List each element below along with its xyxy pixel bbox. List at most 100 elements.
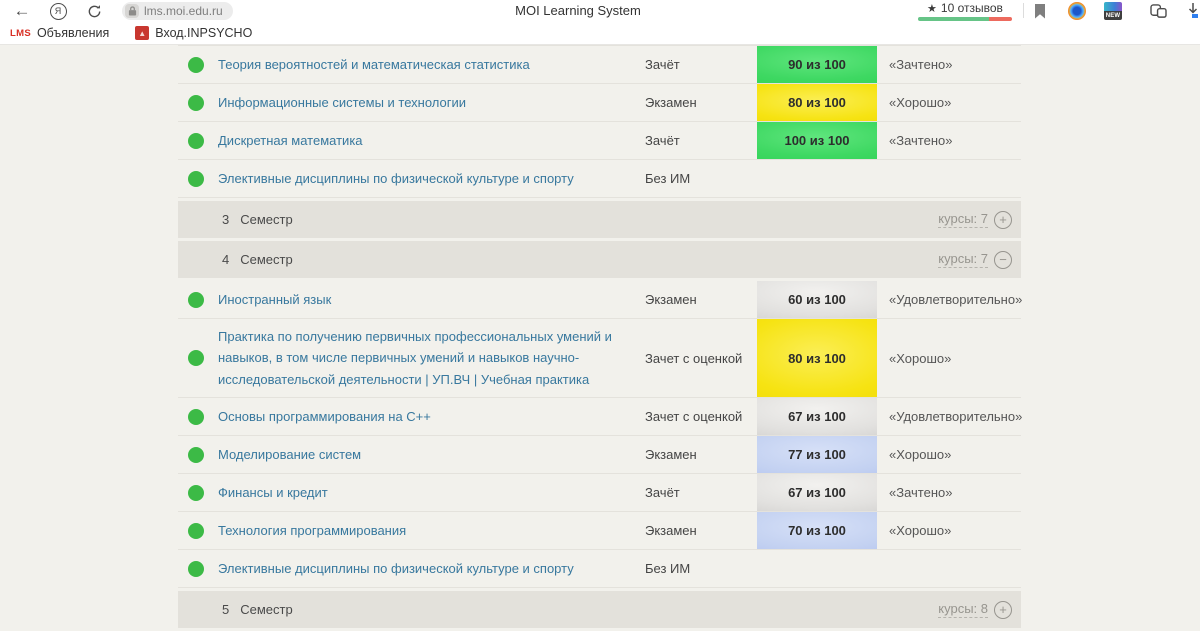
url-text[interactable]: lms.moi.edu.ru (144, 4, 223, 18)
table-row: Дискретная математикаЗачёт100 из 100«Зач… (178, 122, 1021, 160)
status-dot-icon (188, 350, 204, 366)
control-type-label: Экзамен (645, 512, 757, 549)
star-icon: ★ (927, 2, 937, 15)
score-cell: 100 из 100 (757, 122, 877, 159)
semester-row[interactable]: 4 Семестр курсы: 7− (178, 241, 1021, 278)
table-row: Иностранный языкЭкзамен60 из 100«Удовлет… (178, 281, 1021, 319)
score-cell: 67 из 100 (757, 398, 877, 435)
lms-favicon: LMS (10, 28, 31, 39)
semester-number: 3 (222, 212, 229, 227)
refresh-icon[interactable] (84, 1, 104, 21)
expand-plus-icon[interactable]: + (994, 601, 1012, 619)
grade-label (877, 550, 1021, 587)
course-link[interactable]: Практика по получению первичных професси… (218, 319, 645, 397)
course-link[interactable]: Дискретная математика (218, 122, 645, 159)
download-icon[interactable] (1183, 1, 1200, 21)
score-cell: 67 из 100 (757, 474, 877, 511)
status-dot-icon (188, 447, 204, 463)
table-row: Практика по получению первичных професси… (178, 319, 1021, 398)
status-cell (178, 160, 218, 197)
course-link[interactable]: Информационные системы и технологии (218, 84, 645, 121)
grade-label: «Зачтено» (877, 474, 1021, 511)
score-badge: 67 из 100 (757, 474, 877, 511)
yandex-search-icon[interactable]: Я (48, 1, 68, 21)
score-badge: 60 из 100 (757, 281, 877, 318)
yandex-letter: Я (50, 3, 67, 20)
grade-label: «Хорошо» (877, 436, 1021, 473)
bookmark-label: Вход.INPSYCHO (155, 26, 252, 40)
bookmark-item-announcements[interactable]: LMS Объявления (10, 26, 109, 40)
table-row: Основы программирования на C++Зачет с оц… (178, 398, 1021, 436)
bookmarks-bar: LMS Объявления ▲ Вход.INPSYCHO (0, 22, 1200, 45)
course-link[interactable]: Основы программирования на C++ (218, 398, 645, 435)
score-cell: 80 из 100 (757, 319, 877, 397)
reviews-widget[interactable]: ★ 10 отзывов (918, 1, 1012, 21)
lock-icon[interactable] (125, 4, 139, 18)
score-badge: 77 из 100 (757, 436, 877, 473)
bookmark-flag-icon[interactable] (1030, 1, 1050, 21)
bookmark-item-login[interactable]: ▲ Вход.INPSYCHO (135, 26, 252, 40)
table-row: Элективные дисциплины по физической куль… (178, 160, 1021, 198)
score-badge: 80 из 100 (757, 84, 877, 121)
course-link[interactable]: Технология программирования (218, 512, 645, 549)
control-type-label: Зачет с оценкой (645, 319, 757, 397)
score-cell: 80 из 100 (757, 84, 877, 121)
status-cell (178, 84, 218, 121)
semester-label: Семестр (240, 602, 292, 617)
expand-plus-icon[interactable]: + (994, 211, 1012, 229)
status-cell (178, 319, 218, 397)
course-link[interactable]: Иностранный язык (218, 281, 645, 318)
address-bar[interactable]: lms.moi.edu.ru (122, 2, 233, 20)
toolbar-separator (1023, 3, 1024, 18)
extension-icon[interactable] (1068, 2, 1086, 20)
grade-label: «Зачтено» (877, 46, 1021, 83)
tab-groups-icon[interactable] (1148, 1, 1168, 21)
score-cell: 77 из 100 (757, 436, 877, 473)
status-dot-icon (188, 523, 204, 539)
control-type-label: Экзамен (645, 436, 757, 473)
rating-bar (918, 17, 1012, 21)
control-type-label: Зачёт (645, 474, 757, 511)
course-link[interactable]: Финансы и кредит (218, 474, 645, 511)
university-favicon: ▲ (135, 26, 149, 40)
semester-number: 5 (222, 602, 229, 617)
score-cell: 90 из 100 (757, 46, 877, 83)
browser-chrome: ← Я lms.moi.edu.ru MOI Learning System ★… (0, 0, 1200, 45)
semester-row[interactable]: 5 Семестр курсы: 8 + (178, 591, 1021, 628)
control-type-label: Зачёт (645, 46, 757, 83)
status-dot-icon (188, 133, 204, 149)
course-link[interactable]: Теория вероятностей и математическая ста… (218, 46, 645, 83)
new-extension-art (1104, 2, 1122, 11)
semester-controls: курсы: 7− (938, 251, 1012, 269)
score-badge: 90 из 100 (757, 46, 877, 83)
courses-count-link[interactable]: курсы: 8 (938, 601, 988, 618)
semester-number: 4 (222, 252, 229, 267)
back-icon[interactable]: ← (12, 1, 32, 21)
status-cell (178, 512, 218, 549)
score-cell: 70 из 100 (757, 512, 877, 549)
semester-row[interactable]: 3Семестркурсы: 7+ (178, 201, 1021, 238)
score-cell (757, 160, 877, 197)
course-link[interactable]: Моделирование систем (218, 436, 645, 473)
table-row: Технология программированияЭкзамен70 из … (178, 512, 1021, 550)
course-link[interactable]: Элективные дисциплины по физической куль… (218, 550, 645, 587)
collapse-minus-icon[interactable]: − (994, 251, 1012, 269)
table-row: Информационные системы и технологииЭкзам… (178, 84, 1021, 122)
courses-count-link[interactable]: курсы: 7 (938, 211, 988, 228)
control-type-label: Без ИМ (645, 550, 757, 587)
score-badge: 67 из 100 (757, 398, 877, 435)
course-link[interactable]: Элективные дисциплины по физической куль… (218, 160, 645, 197)
rating-bar-negative (989, 17, 1012, 21)
grade-label: «Удовлетворительно» (877, 398, 1022, 435)
page-title: MOI Learning System (515, 3, 641, 18)
control-type-label: Зачёт (645, 122, 757, 159)
new-extension-icon[interactable]: NEW (1104, 2, 1122, 20)
courses-count-link[interactable]: курсы: 7 (938, 251, 988, 268)
semester-label: Семестр (240, 252, 292, 267)
semester-controls: курсы: 8 + (938, 601, 1012, 619)
grades-table: Теория вероятностей и математическая ста… (178, 45, 1021, 631)
grade-label: «Удовлетворительно» (877, 281, 1022, 318)
control-type-label: Экзамен (645, 84, 757, 121)
status-dot-icon (188, 57, 204, 73)
status-dot-icon (188, 561, 204, 577)
